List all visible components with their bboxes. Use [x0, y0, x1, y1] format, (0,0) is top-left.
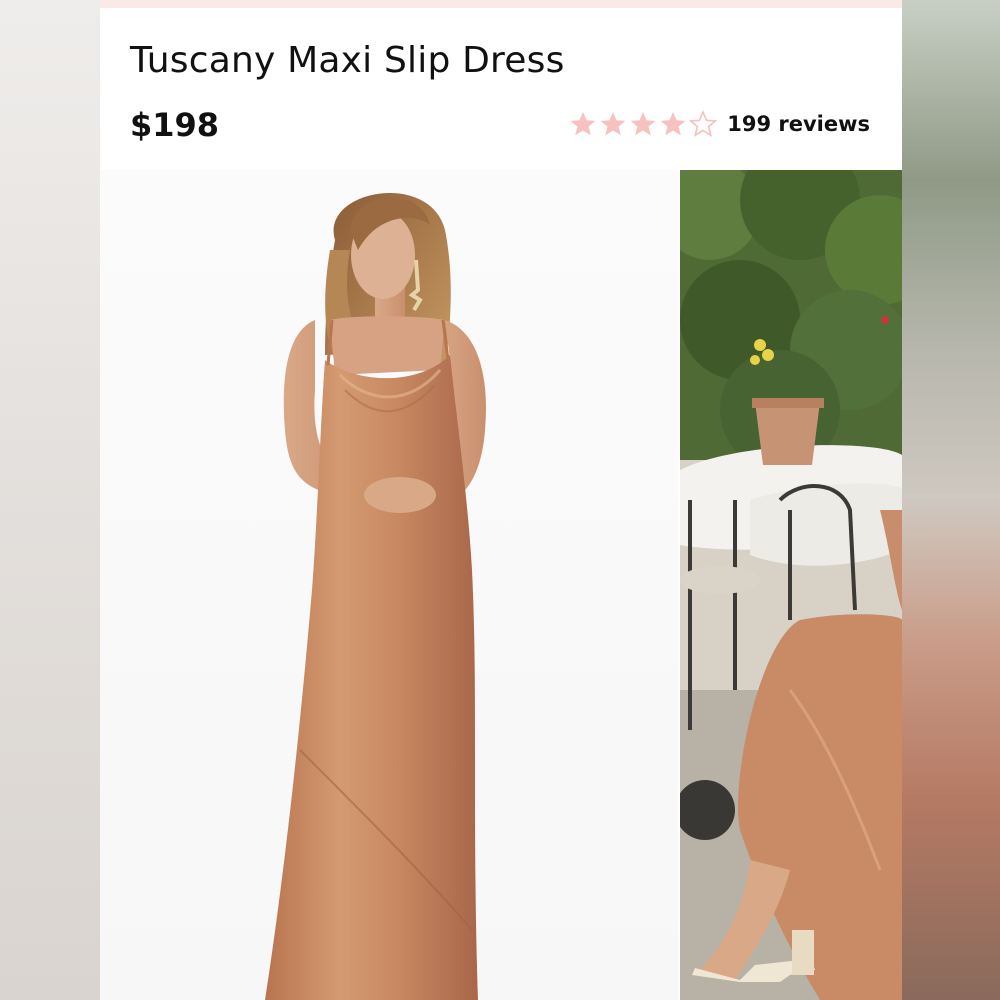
- product-price: $198: [130, 106, 220, 144]
- star-icon: [630, 112, 656, 136]
- product-card: Tuscany Maxi Slip Dress $198 199 reviews: [100, 0, 902, 1000]
- star-outline-icon: [689, 110, 718, 138]
- model-illustration: [265, 192, 486, 1000]
- product-photo-main[interactable]: [100, 170, 678, 1000]
- background-left: [0, 0, 100, 1000]
- background-right: [900, 0, 1000, 1000]
- lifestyle-illustration: [680, 170, 902, 1000]
- rating-stars: [569, 110, 718, 138]
- star-icon: [660, 112, 686, 136]
- star-icon: [570, 112, 596, 136]
- product-title: Tuscany Maxi Slip Dress: [130, 40, 565, 81]
- star-icon: [600, 112, 626, 136]
- reviews-count[interactable]: 199 reviews: [727, 112, 870, 136]
- top-strip: [100, 0, 902, 8]
- rating-summary[interactable]: 199 reviews: [569, 110, 870, 138]
- product-photo-lifestyle[interactable]: [680, 170, 902, 1000]
